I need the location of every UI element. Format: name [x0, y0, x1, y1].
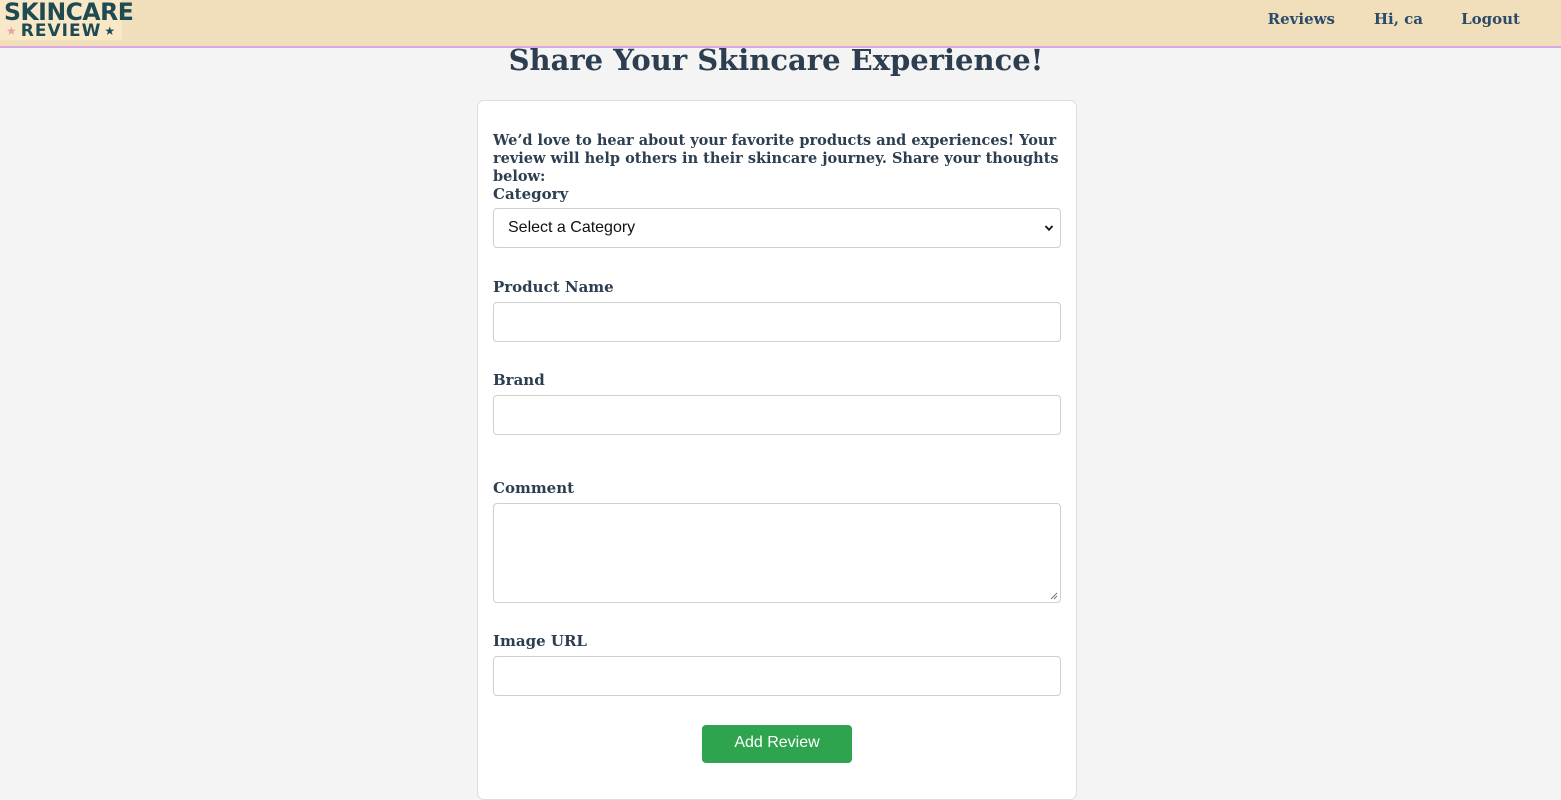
add-review-button[interactable]: Add Review — [702, 725, 852, 763]
page-title: Share Your Skincare Experience! — [508, 43, 1044, 77]
brand-label: Brand — [493, 371, 545, 389]
category-select[interactable]: Select a Category — [493, 208, 1061, 248]
nav-user-greeting[interactable]: Hi, ca — [1374, 10, 1423, 28]
logo[interactable]: SKINCARE ★ REVIEW ★ — [0, 0, 134, 40]
form-intro-text: We’d love to hear about your favorite pr… — [493, 132, 1059, 185]
nav-reviews-link[interactable]: Reviews — [1268, 10, 1335, 28]
category-label: Category — [493, 185, 569, 203]
nav-logout-link[interactable]: Logout — [1461, 10, 1520, 28]
comment-textarea[interactable] — [493, 503, 1061, 603]
star-icon: ★ — [6, 24, 18, 38]
star-icon: ★ — [104, 24, 117, 38]
product-name-label: Product Name — [493, 278, 614, 296]
review-form-card: We’d love to hear about your favorite pr… — [477, 100, 1077, 800]
resize-grip-icon[interactable] — [1050, 592, 1058, 600]
logo-line-review: ★ REVIEW ★ — [6, 22, 116, 40]
brand-input[interactable] — [493, 395, 1061, 435]
image-url-input[interactable] — [493, 656, 1061, 696]
comment-label: Comment — [493, 479, 575, 497]
chevron-down-icon — [1044, 225, 1054, 232]
category-selected-value: Select a Category — [508, 219, 636, 236]
product-name-input[interactable] — [493, 302, 1061, 342]
image-url-label: Image URL — [493, 632, 587, 650]
logo-text-review: REVIEW — [20, 21, 102, 41]
